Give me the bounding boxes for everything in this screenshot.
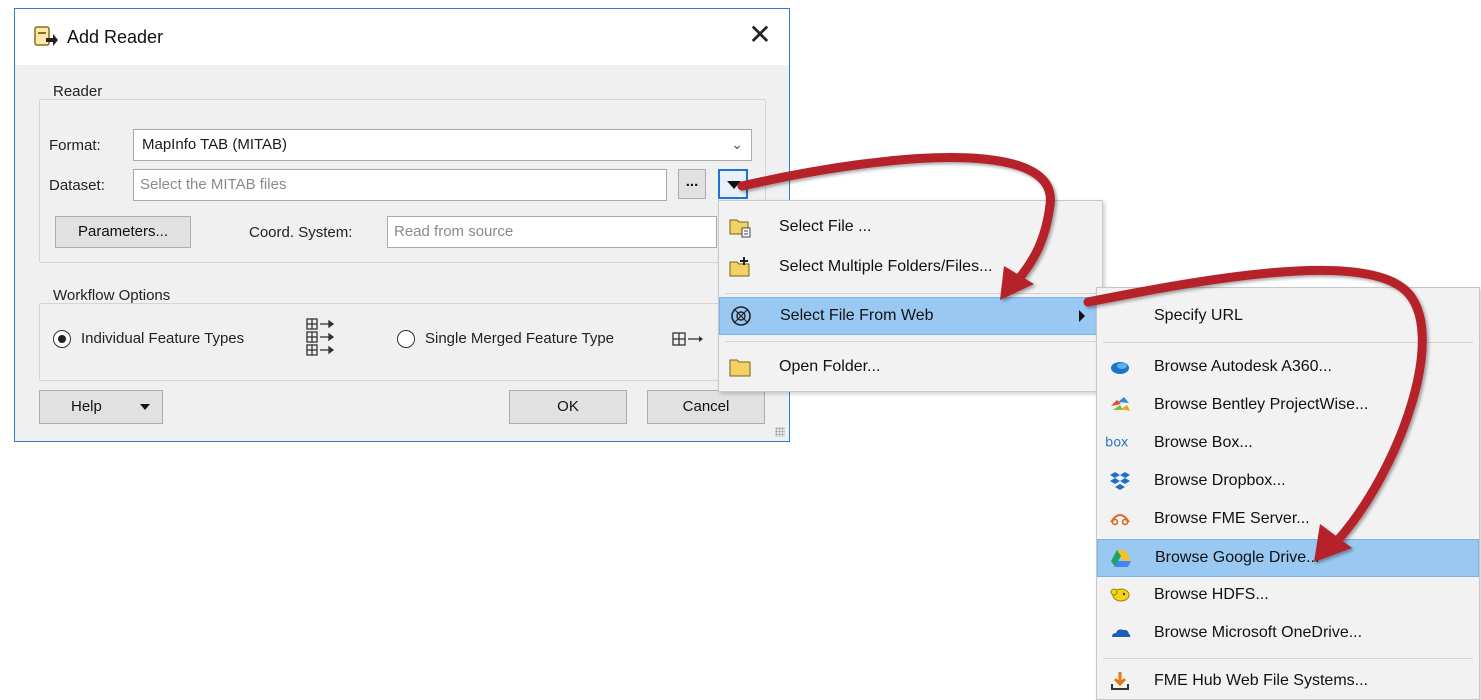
menu-item-fme-server[interactable]: Browse FME Server... <box>1097 500 1479 538</box>
dialog-title: Add Reader <box>67 27 164 47</box>
google-drive-icon <box>1111 550 1131 567</box>
parameters-button[interactable]: Parameters... <box>55 216 191 248</box>
dataset-label: Dataset: <box>49 177 105 194</box>
menu-item-hdfs[interactable]: Browse HDFS... <box>1097 576 1479 614</box>
box-icon: box <box>1105 435 1129 451</box>
fme-hub-icon <box>1111 672 1129 690</box>
menu-item-fme-hub[interactable]: FME Hub Web File Systems... <box>1097 662 1479 700</box>
menu-item-onedrive[interactable]: Browse Microsoft OneDrive... <box>1097 614 1479 652</box>
dataset-dropdown-menu: Select File ... Select Multiple Folders/… <box>718 200 1103 392</box>
help-button[interactable]: Help <box>39 390 163 424</box>
menu-item-label: Browse FME Server... <box>1154 510 1310 527</box>
format-label: Format: <box>49 137 101 154</box>
menu-item-dropbox[interactable]: Browse Dropbox... <box>1097 462 1479 500</box>
coord-system-input[interactable]: Read from source <box>387 216 717 248</box>
menu-separator <box>1103 342 1473 343</box>
coord-system-placeholder: Read from source <box>394 223 514 240</box>
menu-item-select-file[interactable]: Select File ... <box>719 207 1102 247</box>
menu-item-label: Browse Box... <box>1154 434 1253 451</box>
format-select[interactable]: MapInfo TAB (MITAB) ⌄ <box>133 129 752 161</box>
single-merged-feature-type-icon <box>672 332 703 346</box>
help-dropdown-icon <box>140 404 150 410</box>
menu-item-label: Select File ... <box>779 218 872 235</box>
dialog-titlebar: Add Reader ✕ <box>15 9 789 65</box>
onedrive-icon <box>1112 629 1131 637</box>
menu-separator <box>725 341 1097 342</box>
workflow-options-label: Workflow Options <box>53 287 171 304</box>
folder-add-icon <box>729 257 750 277</box>
ok-button[interactable]: OK <box>509 390 627 424</box>
menu-item-label: Browse Bentley ProjectWise... <box>1154 396 1369 413</box>
menu-item-open-folder[interactable]: Open Folder... <box>719 347 1102 387</box>
browse-ellipsis-button[interactable]: ... <box>678 169 706 199</box>
single-merged-feature-type-radio[interactable] <box>397 330 415 348</box>
menu-item-label: FME Hub Web File Systems... <box>1154 672 1368 689</box>
dropbox-icon <box>1110 472 1130 490</box>
menu-item-google-drive[interactable]: Browse Google Drive... <box>1097 539 1479 577</box>
menu-item-box[interactable]: box Browse Box... <box>1097 424 1479 462</box>
dataset-placeholder: Select the MITAB files <box>140 176 287 193</box>
help-label: Help <box>71 398 102 415</box>
reader-group-label: Reader <box>53 83 103 100</box>
web-file-submenu: Specify URL Browse Autodesk A360... Brow… <box>1096 287 1480 700</box>
autodesk-icon <box>1111 362 1129 374</box>
menu-item-label: Select Multiple Folders/Files... <box>779 258 993 275</box>
submenu-arrow-icon <box>1079 310 1085 322</box>
folder-icon <box>729 359 751 377</box>
fme-server-icon <box>1110 514 1130 526</box>
menu-separator <box>1103 658 1473 659</box>
format-value: MapInfo TAB (MITAB) <box>142 136 288 153</box>
hdfs-icon <box>1110 588 1130 602</box>
folder-file-icon <box>729 219 751 238</box>
individual-feature-types-icon <box>306 318 335 356</box>
menu-item-label: Specify URL <box>1154 307 1243 324</box>
menu-item-label: Browse HDFS... <box>1154 586 1269 603</box>
menu-item-select-file-from-web[interactable]: Select File From Web <box>719 297 1102 335</box>
menu-item-autodesk-a360[interactable]: Browse Autodesk A360... <box>1097 348 1479 386</box>
resize-grip[interactable] <box>775 427 785 437</box>
close-button[interactable]: ✕ <box>743 19 777 53</box>
bentley-icon <box>1111 397 1130 411</box>
menu-separator <box>725 293 1097 294</box>
cancel-button[interactable]: Cancel <box>647 390 765 424</box>
menu-item-label: Open Folder... <box>779 358 881 375</box>
menu-item-label: Browse Google Drive... <box>1155 549 1320 566</box>
coord-system-label: Coord. System: <box>249 224 353 241</box>
individual-feature-types-radio[interactable] <box>53 330 71 348</box>
chevron-down-icon: ⌄ <box>731 137 743 153</box>
menu-item-label: Select File From Web <box>780 307 934 324</box>
menu-item-label: Browse Microsoft OneDrive... <box>1154 624 1363 641</box>
add-reader-dialog: Add Reader ✕ Reader Format: MapInfo TAB … <box>14 8 790 442</box>
menu-item-label: Browse Autodesk A360... <box>1154 358 1332 375</box>
dataset-dropdown-button[interactable] <box>718 169 748 199</box>
menu-item-bentley-projectwise[interactable]: Browse Bentley ProjectWise... <box>1097 386 1479 424</box>
triangle-down-icon <box>727 181 741 189</box>
individual-feature-types-label: Individual Feature Types <box>81 330 245 347</box>
add-reader-icon <box>34 26 58 46</box>
menu-item-specify-url[interactable]: Specify URL <box>1097 296 1479 336</box>
dataset-input[interactable]: Select the MITAB files <box>133 169 667 201</box>
menu-item-select-multiple[interactable]: Select Multiple Folders/Files... <box>719 247 1102 287</box>
web-icon <box>731 306 751 326</box>
menu-item-label: Browse Dropbox... <box>1154 472 1286 489</box>
single-merged-feature-type-label: Single Merged Feature Type <box>425 330 615 347</box>
